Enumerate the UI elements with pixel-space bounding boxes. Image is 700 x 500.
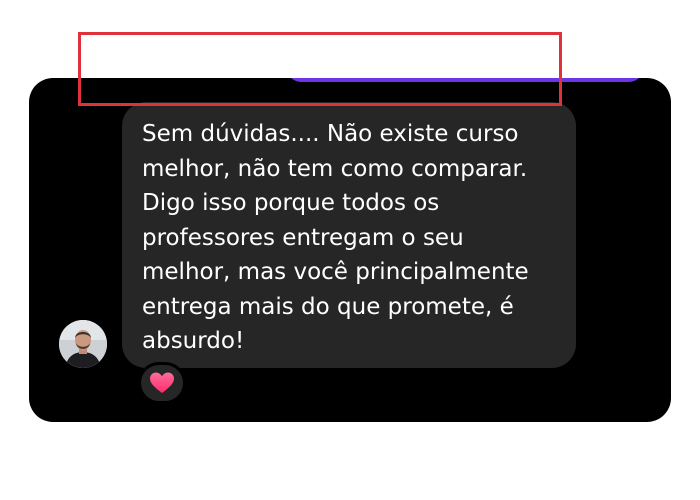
message-line: Sem dúvidas.... Não existe curso bbox=[142, 121, 519, 147]
message-line: melhor, não tem como comparar. bbox=[142, 155, 528, 182]
heart-icon bbox=[150, 372, 174, 393]
message-line: professores entregam o seu bbox=[142, 224, 464, 251]
sent-message-bubble-edge[interactable] bbox=[287, 78, 643, 82]
sender-avatar[interactable] bbox=[59, 320, 107, 368]
chat-screen: Sem dúvidas.... Não existe curso melhor,… bbox=[29, 78, 671, 422]
message-line: absurdo! bbox=[142, 328, 245, 354]
user-avatar-icon bbox=[59, 320, 107, 368]
received-message-bubble[interactable]: Sem dúvidas.... Não existe curso melhor,… bbox=[122, 102, 576, 368]
message-reaction[interactable] bbox=[138, 362, 186, 404]
message-line: entrega mais do que promete, é bbox=[142, 293, 514, 320]
message-text: Sem dúvidas.... Não existe curso melhor,… bbox=[142, 117, 572, 359]
message-line: Digo isso porque todos os bbox=[142, 190, 440, 216]
message-line: melhor, mas você principalmente bbox=[142, 259, 529, 285]
